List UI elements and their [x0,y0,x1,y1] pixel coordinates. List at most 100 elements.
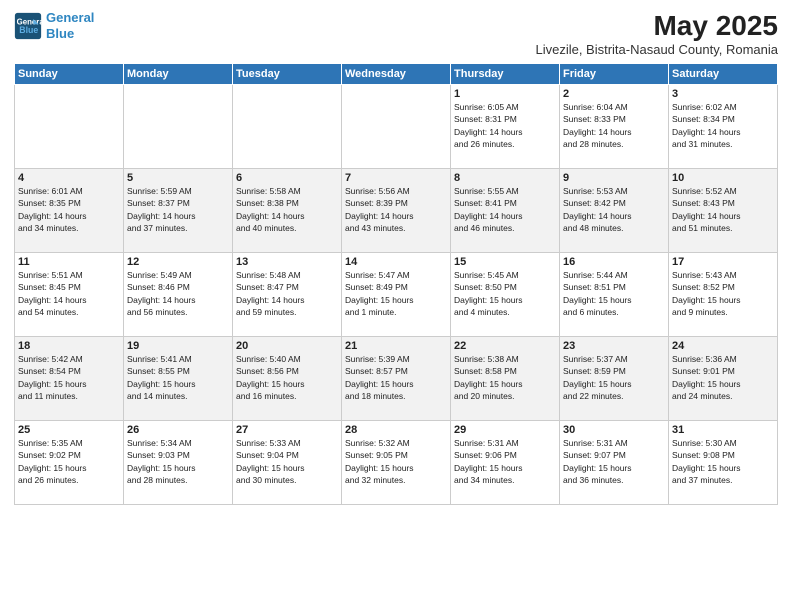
calendar-cell: 16Sunrise: 5:44 AM Sunset: 8:51 PM Dayli… [560,253,669,337]
weekday-header-thursday: Thursday [451,64,560,85]
weekday-header-saturday: Saturday [669,64,778,85]
day-number: 17 [672,256,774,268]
day-number: 12 [127,256,229,268]
day-number: 8 [454,172,556,184]
day-info: Sunrise: 5:59 AM Sunset: 8:37 PM Dayligh… [127,185,229,234]
day-number: 1 [454,88,556,100]
day-info: Sunrise: 5:56 AM Sunset: 8:39 PM Dayligh… [345,185,447,234]
day-info: Sunrise: 5:41 AM Sunset: 8:55 PM Dayligh… [127,353,229,402]
day-info: Sunrise: 5:53 AM Sunset: 8:42 PM Dayligh… [563,185,665,234]
logo: General Blue General Blue [14,10,94,41]
calendar-cell: 17Sunrise: 5:43 AM Sunset: 8:52 PM Dayli… [669,253,778,337]
calendar-cell: 21Sunrise: 5:39 AM Sunset: 8:57 PM Dayli… [342,337,451,421]
logo-text: General [46,10,94,26]
weekday-header-sunday: Sunday [15,64,124,85]
day-number: 29 [454,424,556,436]
day-number: 5 [127,172,229,184]
day-number: 7 [345,172,447,184]
day-info: Sunrise: 5:40 AM Sunset: 8:56 PM Dayligh… [236,353,338,402]
calendar-cell: 31Sunrise: 5:30 AM Sunset: 9:08 PM Dayli… [669,421,778,505]
day-number: 4 [18,172,120,184]
calendar-cell: 25Sunrise: 5:35 AM Sunset: 9:02 PM Dayli… [15,421,124,505]
weekday-header-row: SundayMondayTuesdayWednesdayThursdayFrid… [15,64,778,85]
calendar-cell: 18Sunrise: 5:42 AM Sunset: 8:54 PM Dayli… [15,337,124,421]
day-number: 21 [345,340,447,352]
calendar-cell: 26Sunrise: 5:34 AM Sunset: 9:03 PM Dayli… [124,421,233,505]
day-number: 30 [563,424,665,436]
day-info: Sunrise: 6:04 AM Sunset: 8:33 PM Dayligh… [563,101,665,150]
day-number: 10 [672,172,774,184]
page-header: General Blue General Blue May 2025 Livez… [14,10,778,57]
day-number: 2 [563,88,665,100]
logo-icon: General Blue [14,12,42,40]
day-info: Sunrise: 5:51 AM Sunset: 8:45 PM Dayligh… [18,269,120,318]
day-info: Sunrise: 5:47 AM Sunset: 8:49 PM Dayligh… [345,269,447,318]
day-info: Sunrise: 5:44 AM Sunset: 8:51 PM Dayligh… [563,269,665,318]
calendar-cell [233,85,342,169]
calendar-cell: 22Sunrise: 5:38 AM Sunset: 8:58 PM Dayli… [451,337,560,421]
month-title: May 2025 [535,10,778,42]
calendar-cell: 28Sunrise: 5:32 AM Sunset: 9:05 PM Dayli… [342,421,451,505]
day-info: Sunrise: 5:49 AM Sunset: 8:46 PM Dayligh… [127,269,229,318]
calendar-cell: 1Sunrise: 6:05 AM Sunset: 8:31 PM Daylig… [451,85,560,169]
week-row-4: 18Sunrise: 5:42 AM Sunset: 8:54 PM Dayli… [15,337,778,421]
calendar-cell: 11Sunrise: 5:51 AM Sunset: 8:45 PM Dayli… [15,253,124,337]
week-row-1: 1Sunrise: 6:05 AM Sunset: 8:31 PM Daylig… [15,85,778,169]
day-number: 13 [236,256,338,268]
calendar-cell: 30Sunrise: 5:31 AM Sunset: 9:07 PM Dayli… [560,421,669,505]
day-info: Sunrise: 5:43 AM Sunset: 8:52 PM Dayligh… [672,269,774,318]
day-info: Sunrise: 5:45 AM Sunset: 8:50 PM Dayligh… [454,269,556,318]
day-info: Sunrise: 5:52 AM Sunset: 8:43 PM Dayligh… [672,185,774,234]
calendar-cell: 12Sunrise: 5:49 AM Sunset: 8:46 PM Dayli… [124,253,233,337]
calendar-cell: 6Sunrise: 5:58 AM Sunset: 8:38 PM Daylig… [233,169,342,253]
day-info: Sunrise: 5:31 AM Sunset: 9:07 PM Dayligh… [563,437,665,486]
day-info: Sunrise: 5:34 AM Sunset: 9:03 PM Dayligh… [127,437,229,486]
calendar-body: 1Sunrise: 6:05 AM Sunset: 8:31 PM Daylig… [15,85,778,505]
calendar-cell [124,85,233,169]
day-info: Sunrise: 5:37 AM Sunset: 8:59 PM Dayligh… [563,353,665,402]
day-info: Sunrise: 5:33 AM Sunset: 9:04 PM Dayligh… [236,437,338,486]
calendar-cell: 8Sunrise: 5:55 AM Sunset: 8:41 PM Daylig… [451,169,560,253]
calendar-cell: 23Sunrise: 5:37 AM Sunset: 8:59 PM Dayli… [560,337,669,421]
day-number: 24 [672,340,774,352]
day-info: Sunrise: 5:35 AM Sunset: 9:02 PM Dayligh… [18,437,120,486]
week-row-2: 4Sunrise: 6:01 AM Sunset: 8:35 PM Daylig… [15,169,778,253]
day-info: Sunrise: 5:48 AM Sunset: 8:47 PM Dayligh… [236,269,338,318]
calendar-cell: 24Sunrise: 5:36 AM Sunset: 9:01 PM Dayli… [669,337,778,421]
day-number: 22 [454,340,556,352]
day-info: Sunrise: 5:38 AM Sunset: 8:58 PM Dayligh… [454,353,556,402]
day-info: Sunrise: 6:01 AM Sunset: 8:35 PM Dayligh… [18,185,120,234]
calendar-cell: 2Sunrise: 6:04 AM Sunset: 8:33 PM Daylig… [560,85,669,169]
day-info: Sunrise: 5:58 AM Sunset: 8:38 PM Dayligh… [236,185,338,234]
day-number: 14 [345,256,447,268]
day-number: 18 [18,340,120,352]
calendar-cell [342,85,451,169]
calendar-table: SundayMondayTuesdayWednesdayThursdayFrid… [14,63,778,505]
calendar-cell: 10Sunrise: 5:52 AM Sunset: 8:43 PM Dayli… [669,169,778,253]
calendar-cell: 14Sunrise: 5:47 AM Sunset: 8:49 PM Dayli… [342,253,451,337]
day-number: 27 [236,424,338,436]
day-number: 15 [454,256,556,268]
day-number: 16 [563,256,665,268]
calendar-cell: 29Sunrise: 5:31 AM Sunset: 9:06 PM Dayli… [451,421,560,505]
weekday-header-monday: Monday [124,64,233,85]
calendar-cell: 13Sunrise: 5:48 AM Sunset: 8:47 PM Dayli… [233,253,342,337]
day-info: Sunrise: 5:36 AM Sunset: 9:01 PM Dayligh… [672,353,774,402]
day-number: 19 [127,340,229,352]
day-number: 3 [672,88,774,100]
day-info: Sunrise: 6:02 AM Sunset: 8:34 PM Dayligh… [672,101,774,150]
day-number: 26 [127,424,229,436]
day-info: Sunrise: 5:31 AM Sunset: 9:06 PM Dayligh… [454,437,556,486]
calendar-cell: 5Sunrise: 5:59 AM Sunset: 8:37 PM Daylig… [124,169,233,253]
logo-subtext: Blue [46,26,94,42]
calendar-cell: 3Sunrise: 6:02 AM Sunset: 8:34 PM Daylig… [669,85,778,169]
title-block: May 2025 Livezile, Bistrita-Nasaud Count… [535,10,778,57]
calendar-cell: 27Sunrise: 5:33 AM Sunset: 9:04 PM Dayli… [233,421,342,505]
day-number: 28 [345,424,447,436]
calendar-cell: 15Sunrise: 5:45 AM Sunset: 8:50 PM Dayli… [451,253,560,337]
location-subtitle: Livezile, Bistrita-Nasaud County, Romani… [535,42,778,57]
day-number: 23 [563,340,665,352]
day-info: Sunrise: 5:30 AM Sunset: 9:08 PM Dayligh… [672,437,774,486]
day-number: 11 [18,256,120,268]
svg-text:Blue: Blue [19,25,38,35]
